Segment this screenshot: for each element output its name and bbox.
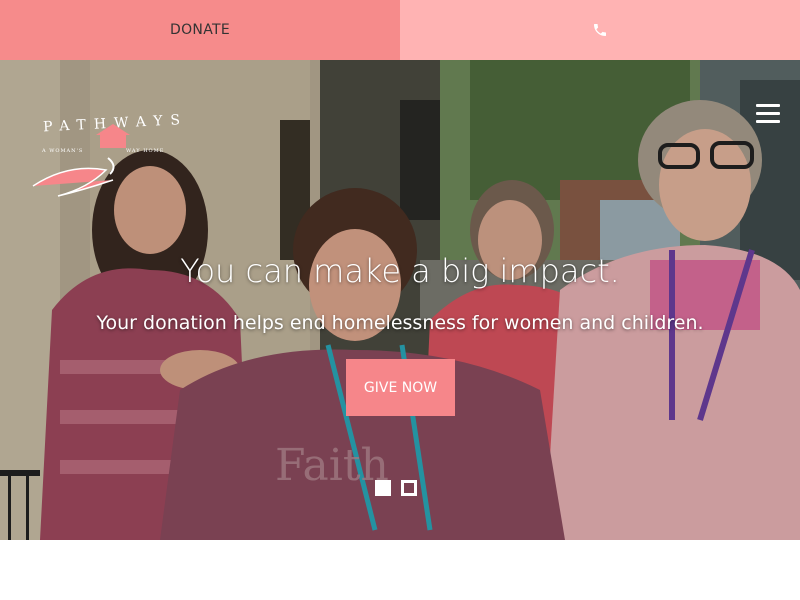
phone-button[interactable]: [400, 0, 800, 60]
top-bar: DONATE: [0, 0, 800, 60]
hero-section: Faith PATHWAYS A WOMAN'S WAY HOME You ca…: [0, 60, 800, 540]
hamburger-menu-icon[interactable]: [756, 104, 780, 124]
hero-headline: You can make a big impact.: [180, 252, 620, 290]
svg-text:WAY HOME: WAY HOME: [126, 148, 164, 154]
hero-subline: Your donation helps end homelessness for…: [96, 312, 704, 334]
phone-icon: [594, 24, 606, 36]
carousel-dots: [375, 480, 417, 496]
give-now-button[interactable]: GIVE NOW: [346, 359, 455, 416]
carousel-dot-2[interactable]: [401, 480, 417, 496]
pathways-logo[interactable]: PATHWAYS A WOMAN'S WAY HOME: [28, 108, 198, 208]
donate-button[interactable]: DONATE: [0, 0, 400, 60]
svg-text:A WOMAN'S: A WOMAN'S: [41, 148, 83, 154]
carousel-dot-1[interactable]: [375, 480, 391, 496]
logo-graphic: PATHWAYS A WOMAN'S WAY HOME: [32, 112, 188, 197]
